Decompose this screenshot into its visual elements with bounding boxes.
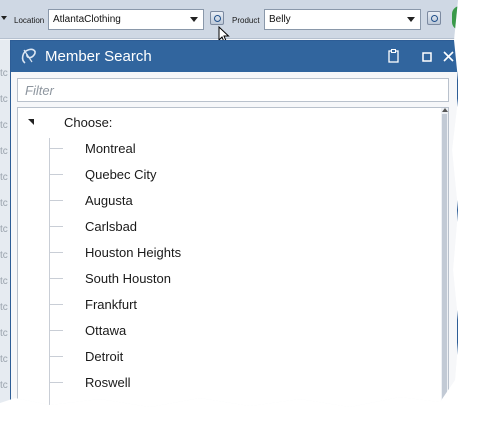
dialog-titlebar[interactable]: Member Search: [11, 41, 457, 72]
app-logo: [452, 6, 458, 30]
tree-item[interactable]: Quebec City: [49, 164, 429, 190]
tree-item-label: Roswell: [85, 375, 131, 390]
product-value: Belly: [269, 14, 291, 25]
tree-item-label: Carlsbad: [85, 219, 138, 234]
tree-branch-line: [49, 252, 63, 253]
background-cell-text: tc: [0, 68, 8, 79]
scrollbar-thumb[interactable]: [442, 114, 447, 407]
background-cell-text: tc: [0, 198, 8, 209]
tree-item[interactable]: Carlsbad: [49, 216, 429, 242]
filter-input[interactable]: [18, 79, 448, 101]
tree-item[interactable]: Frankfurt: [49, 294, 429, 320]
background-cell-text: tc: [0, 120, 8, 131]
background-cell-text: tc: [0, 302, 8, 313]
tree-item[interactable]: Houston Heights: [49, 242, 429, 268]
tree-item-label: Frankfurt: [85, 297, 138, 312]
dialog-title: Member Search: [45, 48, 152, 65]
tree-item-label: South Houston: [85, 271, 172, 286]
background-cell-text: tc: [0, 354, 8, 365]
background-cell-text: tc: [0, 406, 8, 407]
tree-item[interactable]: Ottawa: [49, 320, 429, 346]
background-cell-text: tc: [0, 276, 8, 287]
product-search-button[interactable]: [427, 11, 441, 25]
location-select[interactable]: AtlantaClothing: [48, 9, 204, 30]
chevron-down-icon[interactable]: [190, 17, 198, 22]
app-logo-icon: [21, 48, 36, 64]
location-value: AtlantaClothing: [53, 14, 121, 25]
tree-item-label: Montreal: [85, 141, 136, 156]
tree-item[interactable]: Montreal: [49, 138, 429, 164]
member-tree: Choose: Montreal Quebec City Augusta Carlsb…: [17, 107, 449, 407]
background-cell-text: tc: [0, 224, 8, 235]
clipboard-icon[interactable]: [388, 49, 399, 63]
tree-item[interactable]: Roswell: [49, 372, 429, 398]
filter-field[interactable]: [17, 78, 449, 102]
member-search-dialog: Member Search Choose: Montreal Quebec Cit…: [10, 40, 458, 407]
dropdown-arrow-icon[interactable]: [1, 16, 7, 20]
tree-branch-line: [49, 200, 63, 201]
tree-branch-line: [49, 382, 63, 383]
screenshot-frame: Location AtlantaClothing Product Belly t…: [0, 0, 458, 407]
chevron-down-icon[interactable]: [407, 17, 415, 22]
tree-branch-line: [49, 356, 63, 357]
collapse-arrow-icon[interactable]: [28, 119, 34, 125]
product-label: Product: [232, 16, 260, 25]
product-select[interactable]: Belly: [264, 9, 421, 30]
tree-branch-line: [49, 226, 63, 227]
background-cell-text: tc: [0, 146, 8, 157]
tree-branch-line: [49, 148, 63, 149]
tree-item-label: Houston Heights: [85, 245, 182, 260]
tree-item[interactable]: Detroit: [49, 346, 429, 372]
background-cell-text: tc: [0, 94, 8, 105]
background-cell-text: tc: [0, 172, 8, 183]
tree-branch-line: [49, 304, 63, 305]
tree-item[interactable]: South Houston: [49, 268, 429, 294]
tree-scrollbar[interactable]: [441, 108, 448, 407]
tree-item-label: Detroit: [85, 349, 124, 364]
tree-branch-line: [49, 330, 63, 331]
maximize-icon[interactable]: [422, 52, 432, 62]
tree-branch-line: [49, 278, 63, 279]
close-icon[interactable]: [443, 51, 454, 62]
background-cell-text: tc: [0, 380, 8, 391]
scroll-up-icon[interactable]: [442, 108, 448, 112]
background-cell-text: tc: [0, 250, 8, 261]
tree-root-label[interactable]: Choose:: [64, 115, 112, 130]
tree-item-label: Augusta: [85, 193, 133, 208]
location-search-button[interactable]: [210, 11, 224, 25]
background-cell-text: tc: [0, 328, 8, 339]
location-label: Location: [14, 16, 45, 25]
tree-item-label: Ottawa: [85, 323, 127, 338]
tree-branch-line: [49, 174, 63, 175]
tree-item[interactable]: Augusta: [49, 190, 429, 216]
tree-item-label: Quebec City: [85, 167, 157, 182]
